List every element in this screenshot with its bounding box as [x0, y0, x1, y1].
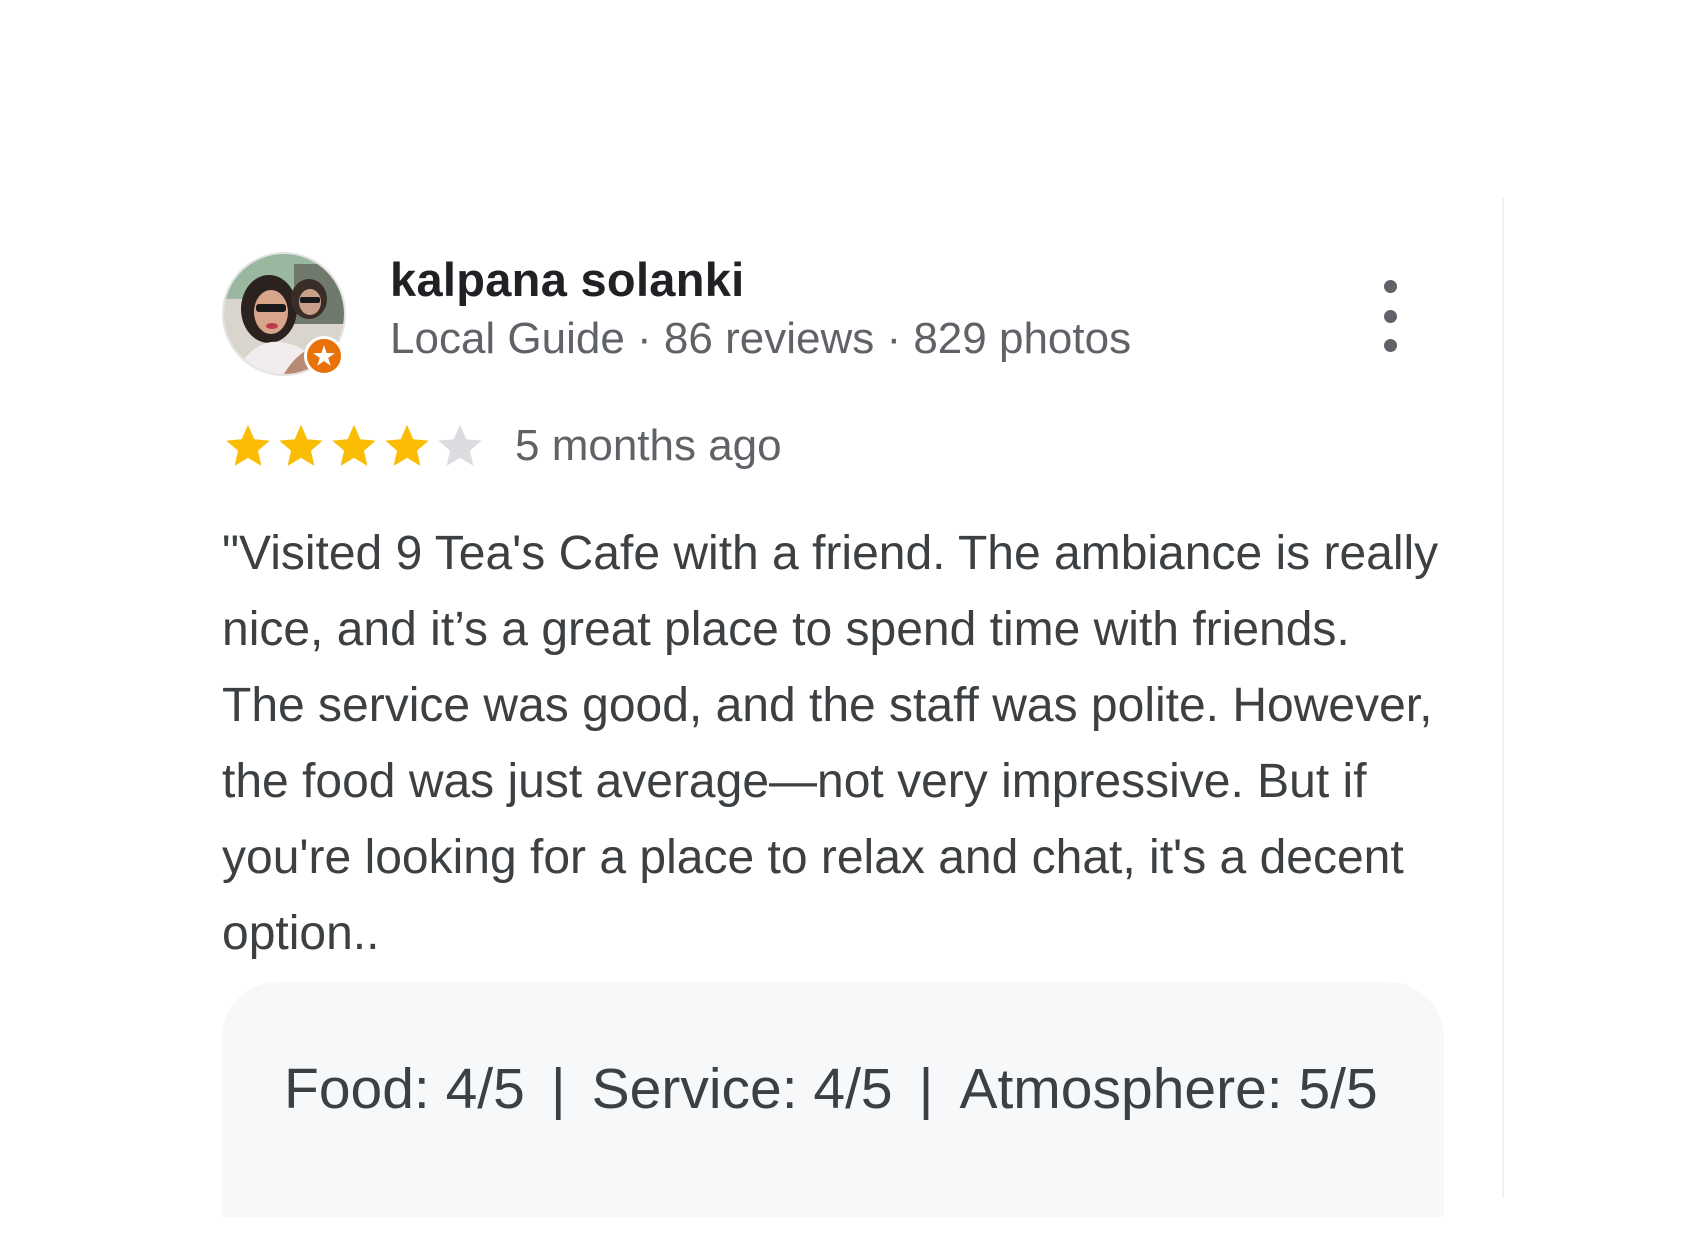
more-vert-icon-dot [1383, 339, 1397, 352]
service-rating: Service: 4/5 [591, 1057, 893, 1121]
aspect-ratings: Food: 4/5 | Service: 4/5 | Atmosphere: 5/5 [222, 982, 1444, 1217]
star-rating [222, 420, 487, 472]
atmosphere-rating: Atmosphere: 5/5 [959, 1057, 1378, 1121]
food-rating: Food: 4/5 [284, 1057, 525, 1121]
review-header: kalpana solanki Local Guide · 86 reviews… [222, 250, 1444, 376]
local-guide-badge-icon [304, 336, 344, 376]
review-time: 5 months ago [515, 421, 782, 470]
star-empty-icon [438, 424, 482, 466]
more-options-button[interactable] [1370, 280, 1410, 352]
reviewer-name[interactable]: kalpana solanki [390, 252, 745, 307]
aspect-separator: | [918, 1057, 934, 1121]
more-vert-icon [1383, 280, 1397, 293]
more-vert-icon-dot [1383, 309, 1397, 323]
star-filled-icon [226, 424, 270, 466]
panel-divider [1502, 198, 1504, 1198]
rating-row: 5 months ago [222, 416, 1444, 476]
aspect-separator: | [550, 1057, 566, 1121]
star-filled-icon [385, 424, 429, 466]
reviewer-meta[interactable]: Local Guide · 86 reviews · 829 photos [390, 314, 1131, 364]
review-text: "Visited 9 Tea's Cafe with a friend. The… [222, 527, 1439, 960]
avatar[interactable] [222, 252, 346, 376]
star-filled-icon [332, 424, 376, 466]
review-card: kalpana solanki Local Guide · 86 reviews… [222, 250, 1444, 1217]
star-filled-icon [279, 424, 323, 466]
